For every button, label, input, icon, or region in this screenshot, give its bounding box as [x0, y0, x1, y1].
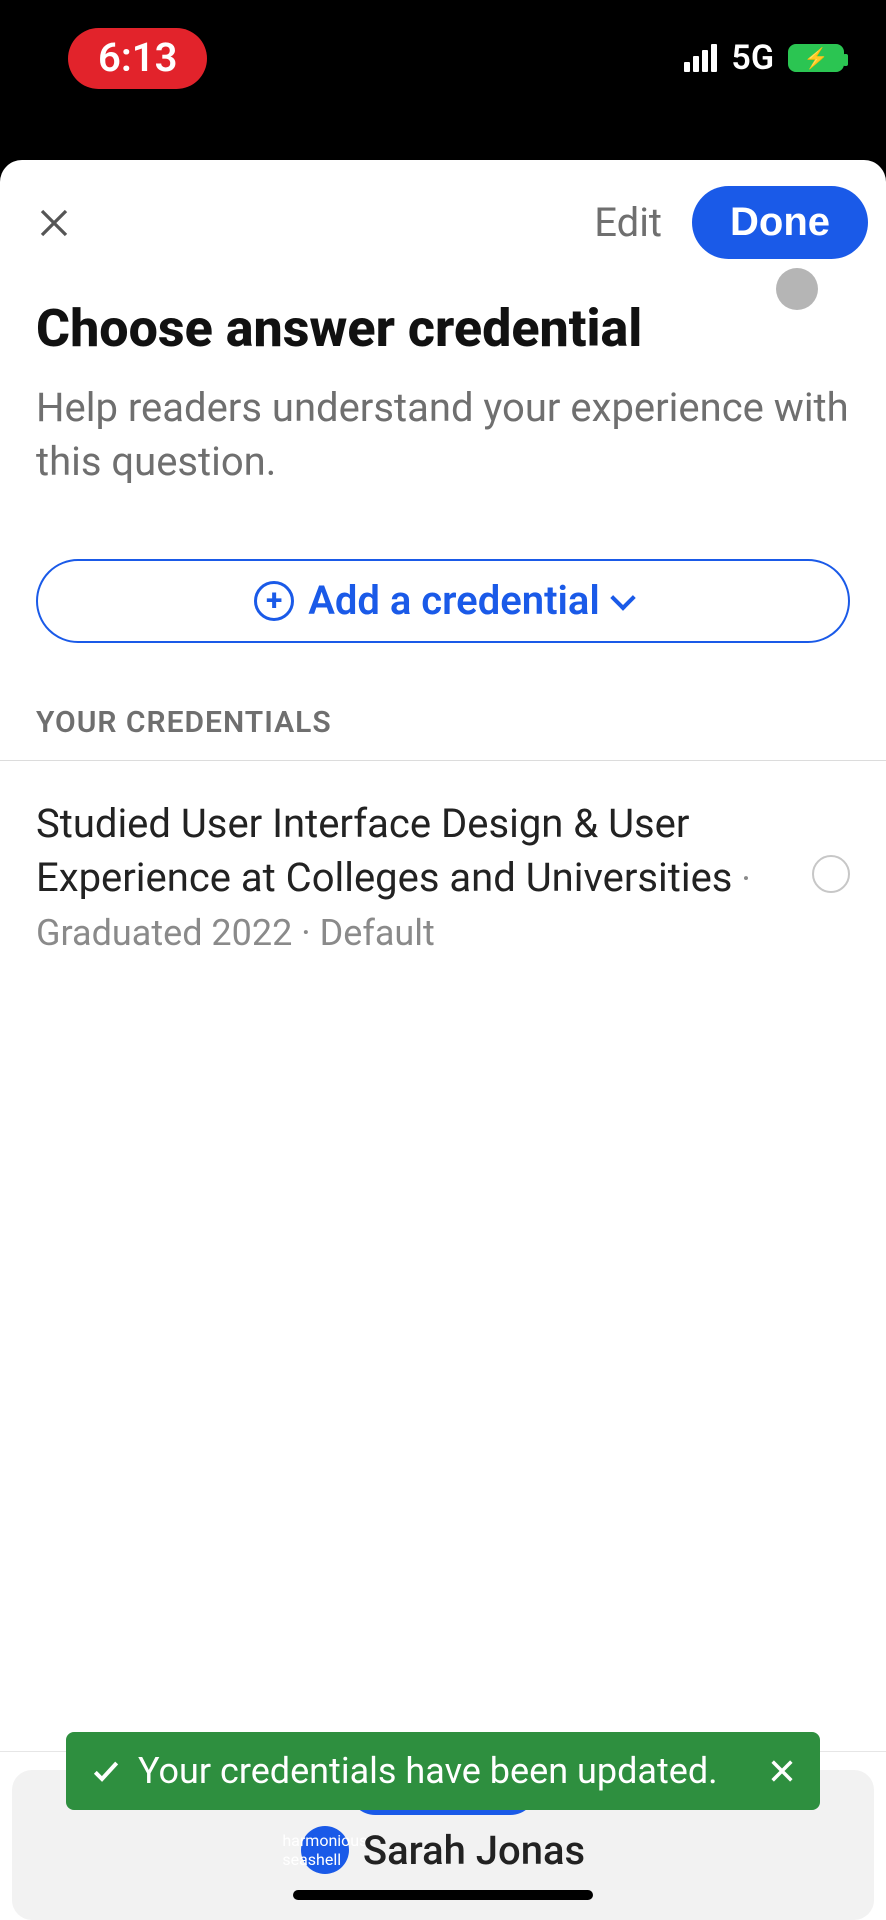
- credential-text: Studied User Interface Design & User Exp…: [36, 797, 792, 959]
- done-button[interactable]: Done: [692, 186, 868, 259]
- charging-bolt-icon: ⚡: [804, 48, 829, 68]
- avatar-icon: harmonious seashell: [301, 1826, 349, 1874]
- battery-icon: ⚡: [788, 44, 844, 72]
- status-bar: 6:13 5G ⚡: [0, 0, 886, 160]
- your-credentials-label: YOUR CREDENTIALS: [36, 705, 850, 740]
- decorative-dot: [776, 268, 818, 310]
- plus-circle-icon: +: [254, 581, 294, 621]
- preview-username: Sarah Jonas: [363, 1827, 585, 1874]
- toast-close-icon[interactable]: [768, 1757, 796, 1785]
- heading-block: Choose answer credential Help readers un…: [0, 279, 886, 489]
- top-bar: Edit Done: [0, 160, 886, 279]
- home-indicator[interactable]: [293, 1890, 593, 1900]
- page-title: Choose answer credential: [36, 299, 850, 359]
- success-toast: Your credentials have been updated.: [66, 1732, 820, 1810]
- page-subtitle: Help readers understand your experience …: [36, 381, 850, 489]
- cellular-signal-icon: [684, 44, 717, 72]
- credential-title: Studied User Interface Design & User Exp…: [36, 800, 732, 901]
- toast-message: Your credentials have been updated.: [138, 1750, 752, 1792]
- top-bar-actions: Edit Done: [594, 186, 868, 259]
- modal-sheet: Edit Done Choose answer credential Help …: [0, 160, 886, 1920]
- close-icon: [36, 205, 72, 241]
- add-credential-button[interactable]: + Add a credential: [36, 559, 850, 643]
- check-icon: [90, 1755, 122, 1787]
- chevron-down-icon: [610, 585, 635, 610]
- add-credential-label: Add a credential: [308, 577, 600, 624]
- status-time-pill: 6:13: [68, 28, 207, 89]
- close-button[interactable]: [30, 199, 78, 247]
- preview-user-row: harmonious seashell Sarah Jonas: [32, 1826, 854, 1874]
- edit-button[interactable]: Edit: [594, 199, 662, 246]
- network-label: 5G: [731, 38, 774, 78]
- credential-item[interactable]: Studied User Interface Design & User Exp…: [0, 761, 886, 959]
- credential-radio[interactable]: [812, 855, 850, 893]
- status-right: 5G ⚡: [684, 38, 844, 78]
